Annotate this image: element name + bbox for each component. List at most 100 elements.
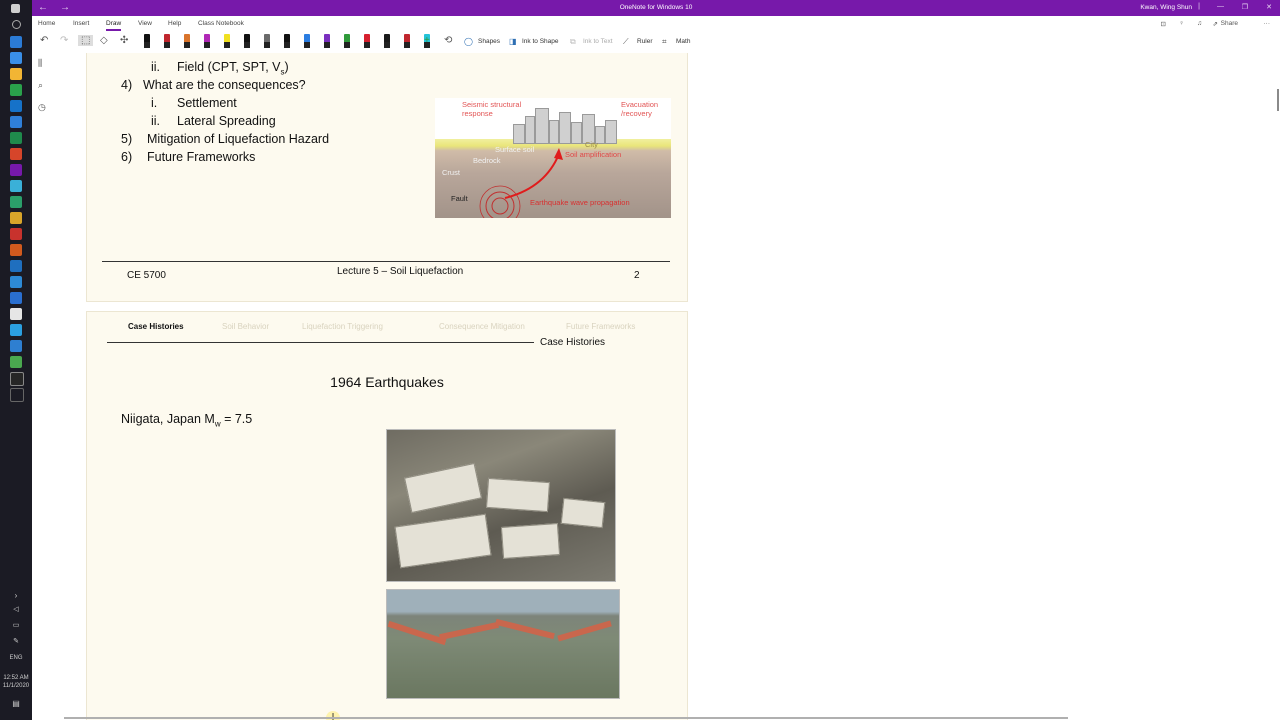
share-button[interactable]: Share xyxy=(1221,20,1238,27)
app-icon-15[interactable] xyxy=(10,276,22,288)
add-space-icon[interactable]: ✣ xyxy=(120,35,128,46)
maximize-icon[interactable]: ❐ xyxy=(1242,3,1248,11)
app-icon-14[interactable] xyxy=(10,260,22,272)
photo-building xyxy=(560,497,606,529)
slide-tab-liquefaction-triggering: Liquefaction Triggering xyxy=(302,322,383,331)
app-icon-3[interactable] xyxy=(10,68,22,80)
photo-bridge-span xyxy=(557,620,612,642)
app-icon-18[interactable] xyxy=(10,324,22,336)
app-icon-6[interactable] xyxy=(10,116,22,128)
notifications-icon[interactable]: ▤ xyxy=(0,700,32,708)
ruler-button[interactable]: Ruler xyxy=(637,38,653,45)
photo-collapsed-bridge xyxy=(386,589,620,699)
pen-tool[interactable] xyxy=(244,34,250,48)
app-icon-21[interactable] xyxy=(10,372,24,386)
app-icon-9[interactable] xyxy=(10,180,22,192)
pen-tool[interactable] xyxy=(364,34,370,48)
app-icon-19[interactable] xyxy=(10,340,22,352)
outline-text: Lateral Spreading xyxy=(177,114,276,128)
outline-suffix: ) xyxy=(284,60,289,74)
outline-item: 4) What are the consequences? xyxy=(121,78,306,92)
app-icon-22[interactable] xyxy=(10,388,24,402)
ink-to-shape-icon: ◨ xyxy=(509,37,517,46)
user-name[interactable]: Kwan, Wing Shun xyxy=(1140,4,1192,11)
menu-bar: Home Insert Draw View Help Class Noteboo… xyxy=(32,16,1280,31)
slide-tab-case-histories: Case Histories xyxy=(128,322,184,331)
app-icon-10[interactable] xyxy=(10,196,22,208)
tab-view[interactable]: View xyxy=(138,20,152,27)
tab-class-notebook[interactable]: Class Notebook xyxy=(198,20,244,27)
app-icon-20[interactable] xyxy=(10,356,22,368)
pen-tool[interactable] xyxy=(144,34,150,48)
horizontal-scrollbar[interactable] xyxy=(64,717,1068,719)
ink-replay-icon[interactable]: ⟲ xyxy=(444,35,452,46)
app-icon-17[interactable] xyxy=(10,308,22,320)
recent-notes-icon[interactable]: ◷ xyxy=(38,102,46,113)
pen-tool[interactable] xyxy=(284,34,290,48)
sticky-notes-icon[interactable]: ⊡ xyxy=(1161,20,1166,28)
app-icon-11[interactable] xyxy=(10,212,22,224)
pen-tool[interactable] xyxy=(184,34,190,48)
speaker-icon[interactable]: ◁ xyxy=(0,606,32,613)
pen-tool[interactable] xyxy=(344,34,350,48)
notifications-bell-icon[interactable]: ♫ xyxy=(1197,20,1202,27)
footer-lecture-title: Lecture 5 – Soil Liquefaction xyxy=(337,266,464,277)
pen-tool[interactable] xyxy=(264,34,270,48)
app-icon-7[interactable] xyxy=(10,132,22,144)
pen-tool[interactable] xyxy=(384,34,390,48)
ink-to-shape-button[interactable]: Ink to Shape xyxy=(522,38,559,45)
pen-tool[interactable] xyxy=(304,34,310,48)
share-icon[interactable]: ⇗ xyxy=(1213,20,1218,28)
close-icon[interactable]: ✕ xyxy=(1266,3,1272,11)
photo-building xyxy=(404,462,482,514)
lasso-select-icon[interactable]: ⬚ xyxy=(78,35,94,46)
app-icon-5[interactable] xyxy=(10,100,22,112)
language-indicator[interactable]: ENG xyxy=(0,655,32,662)
clock-date[interactable]: 11/1/2020 xyxy=(0,683,32,690)
window-title: OneNote for Windows 10 xyxy=(619,4,693,11)
app-icon-12[interactable] xyxy=(10,228,22,240)
clock-time[interactable]: 12:52 AM xyxy=(0,675,32,682)
ink-to-text-button[interactable]: Ink to Text xyxy=(583,38,613,45)
pen-tool[interactable] xyxy=(224,34,230,48)
app-icon-1[interactable] xyxy=(10,36,22,48)
app-icon-8[interactable] xyxy=(10,148,22,160)
tab-help[interactable]: Help xyxy=(168,20,181,27)
tab-draw[interactable]: Draw xyxy=(106,20,122,31)
pen-tray-icon[interactable]: ✎ xyxy=(0,638,32,645)
windows-start-icon[interactable] xyxy=(11,4,20,13)
network-icon[interactable]: ▭ xyxy=(0,622,32,629)
pen-tool[interactable] xyxy=(204,34,210,48)
math-button[interactable]: Math xyxy=(676,38,690,45)
add-pen-icon[interactable]: + xyxy=(424,35,430,46)
pen-tool[interactable] xyxy=(164,34,170,48)
app-icon-4[interactable] xyxy=(10,84,22,96)
subtitle-text: Niigata, Japan M xyxy=(121,412,215,426)
undo-icon[interactable]: ↶ xyxy=(40,35,48,46)
shapes-button[interactable]: Shapes xyxy=(478,38,500,45)
minimize-icon[interactable]: — xyxy=(1217,3,1224,10)
search-icon[interactable] xyxy=(12,20,21,29)
notebooks-icon[interactable]: ⫼ xyxy=(38,58,42,69)
pen-tool[interactable] xyxy=(324,34,330,48)
app-icon-2[interactable] xyxy=(10,52,22,64)
outline-text: Future Frameworks xyxy=(147,150,256,164)
more-options-icon[interactable]: ··· xyxy=(1264,20,1271,27)
tell-me-icon[interactable]: ♀ xyxy=(1179,20,1184,27)
slide-subtitle: Niigata, Japan Mw = 7.5 xyxy=(121,412,252,429)
vertical-scrollbar[interactable] xyxy=(1277,89,1279,111)
onenote-icon[interactable] xyxy=(10,164,22,176)
photo-bridge-span xyxy=(387,620,447,646)
app-icon-16[interactable] xyxy=(10,292,22,304)
redo-icon[interactable]: ↷ xyxy=(60,35,68,46)
tab-insert[interactable]: Insert xyxy=(73,20,89,27)
outline-item: ii. Field (CPT, SPT, Vs) xyxy=(151,60,289,77)
search-notes-icon[interactable]: ⌕ xyxy=(38,80,43,91)
tab-home[interactable]: Home xyxy=(38,20,55,27)
pen-tool[interactable] xyxy=(404,34,410,48)
footer-page-number: 2 xyxy=(634,270,640,281)
tray-chevron-icon[interactable]: › xyxy=(0,592,32,600)
app-icon-13[interactable] xyxy=(10,244,22,256)
eraser-icon[interactable]: ◇ xyxy=(100,35,108,46)
page-canvas[interactable]: ii. ... ii. Field (CPT, SPT, Vs) 4) What… xyxy=(54,53,1280,720)
